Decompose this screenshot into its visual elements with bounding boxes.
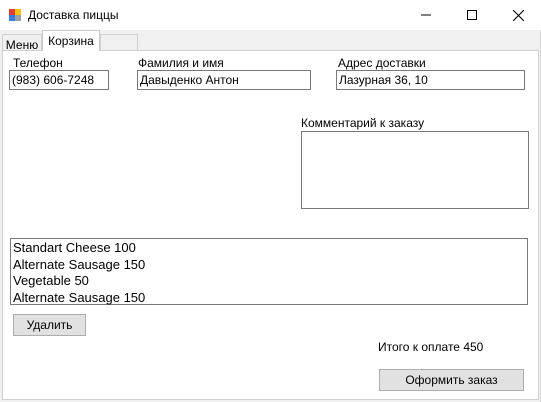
list-item[interactable]: Alternate Sausage 150	[13, 257, 525, 274]
tab-cart[interactable]: Корзина	[42, 30, 100, 51]
phone-label: Телефон	[13, 56, 63, 70]
name-label: Фамилия и имя	[138, 56, 224, 70]
app-window: Доставка пиццы Меню Корзина Телефон Фами…	[0, 0, 541, 402]
tab-menu[interactable]: Меню	[2, 34, 42, 52]
window-title: Доставка пиццы	[28, 8, 119, 22]
comment-label: Комментарий к заказу	[301, 116, 425, 130]
list-item[interactable]: Standart Cheese 100	[13, 240, 525, 257]
list-item[interactable]: Alternate Sausage 150	[13, 290, 525, 307]
address-input[interactable]	[336, 70, 525, 90]
order-listbox[interactable]: Standart Cheese 100 Alternate Sausage 15…	[10, 238, 528, 305]
minimize-icon	[421, 14, 431, 16]
close-icon	[512, 9, 524, 21]
app-icon	[9, 9, 21, 21]
phone-input[interactable]	[9, 70, 109, 90]
comment-textarea[interactable]	[301, 131, 529, 209]
minimize-button[interactable]	[403, 0, 449, 30]
title-bar[interactable]: Доставка пиццы	[0, 0, 541, 30]
maximize-icon	[467, 10, 477, 20]
maximize-button[interactable]	[449, 0, 495, 30]
tab-strip-filler	[100, 34, 138, 51]
list-item[interactable]: Vegetable 50	[13, 273, 525, 290]
address-label: Адрес доставки	[338, 56, 426, 70]
total-label: Итого к оплате 450	[378, 340, 484, 354]
name-input[interactable]	[137, 70, 311, 90]
delete-button[interactable]: Удалить	[13, 314, 86, 336]
close-button[interactable]	[495, 0, 541, 30]
checkout-button[interactable]: Оформить заказ	[379, 369, 524, 391]
